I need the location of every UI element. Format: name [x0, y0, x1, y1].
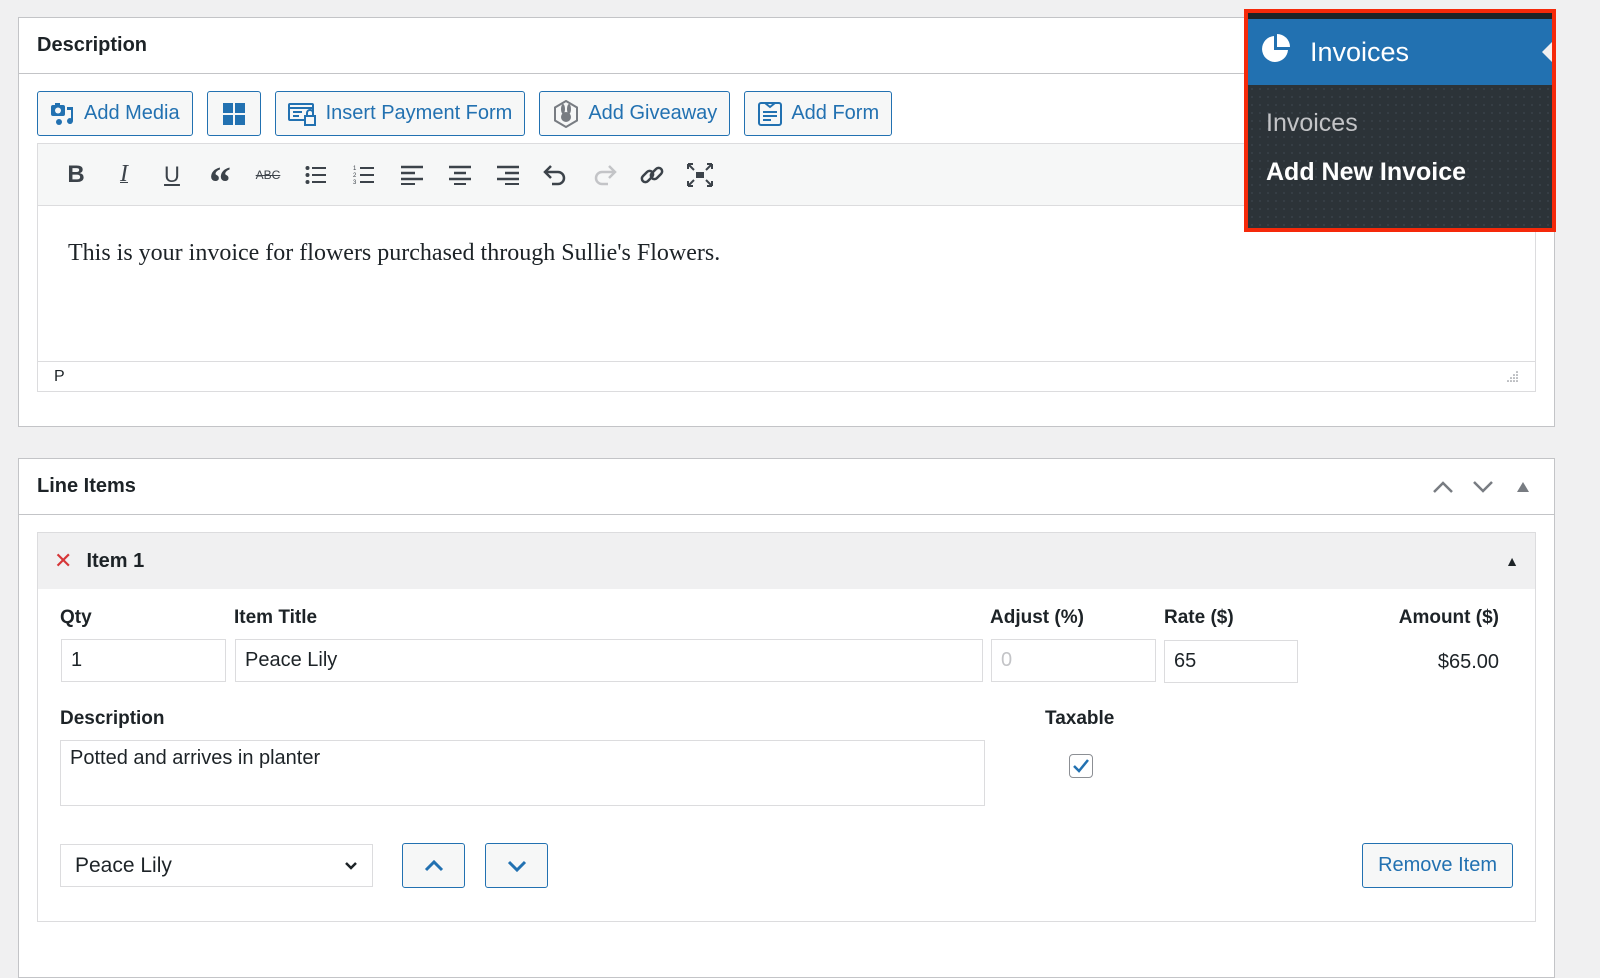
bulleted-list-icon	[305, 165, 326, 184]
rate-label: Rate ($)	[1164, 607, 1234, 628]
redo-icon	[594, 164, 617, 185]
pie-chart-icon	[1260, 33, 1292, 72]
link-icon	[640, 166, 664, 183]
invoices-menu-item[interactable]: Invoices	[1248, 19, 1552, 85]
giveaway-rabbit-icon	[552, 99, 580, 128]
align-right-icon	[497, 165, 519, 185]
line-item: ✕ Item 1 ▲ Qty Item Title Adjust (%) Rat…	[37, 532, 1536, 922]
align-center-icon	[449, 165, 471, 185]
strikethrough-button[interactable]: ABC	[244, 155, 292, 195]
fullscreen-icon	[687, 162, 713, 187]
description-title: Description	[37, 34, 148, 56]
align-left-button[interactable]	[388, 155, 436, 195]
resize-handle-icon[interactable]	[1505, 370, 1519, 384]
underline-icon: U	[164, 161, 180, 187]
select-chevron-icon	[345, 861, 357, 870]
add-media-label: Add Media	[84, 102, 180, 124]
amount-value: $65.00	[1437, 651, 1499, 673]
remove-item-button[interactable]: Remove Item	[1362, 843, 1513, 888]
move-up-button[interactable]	[1430, 474, 1456, 500]
add-form-label: Add Form	[791, 102, 880, 124]
item-title-input[interactable]: Peace Lily	[235, 639, 983, 682]
svg-text:2: 2	[353, 173, 357, 179]
line-item-header: ✕ Item 1 ▲	[38, 533, 1535, 589]
add-giveaway-button[interactable]: Add Giveaway	[539, 91, 731, 136]
qty-input[interactable]: 1	[61, 639, 226, 682]
italic-icon: I	[120, 161, 128, 187]
form-icon	[757, 101, 783, 127]
chevron-up-icon	[1433, 480, 1453, 493]
add-media-button[interactable]: Add Media	[37, 91, 193, 136]
bulleted-list-button[interactable]	[292, 155, 340, 195]
strikethrough-icon: ABC	[255, 167, 281, 182]
product-select[interactable]: Peace Lily	[60, 844, 373, 887]
item-description-label: Description	[60, 708, 165, 729]
numbered-list-button[interactable]: 123	[340, 155, 388, 195]
align-center-button[interactable]	[436, 155, 484, 195]
blockquote-button[interactable]: “	[196, 155, 244, 204]
editor-text: This is your invoice for flowers purchas…	[68, 240, 721, 266]
adjust-input[interactable]: 0	[991, 639, 1156, 682]
bold-icon: B	[67, 160, 85, 188]
taxable-checkbox[interactable]	[1069, 754, 1093, 778]
payment-form-icon	[287, 101, 318, 127]
chevron-down-icon	[507, 860, 526, 872]
insert-payment-form-label: Insert Payment Form	[325, 102, 513, 124]
fullscreen-button[interactable]	[676, 155, 724, 195]
media-buttons: Add Media Insert Payment Form Add Giveaw…	[37, 91, 893, 136]
editor-statusbar: P	[38, 361, 1535, 391]
svg-text:1: 1	[353, 166, 357, 172]
line-item-title: Item 1	[86, 549, 145, 572]
italic-button[interactable]: I	[100, 155, 148, 195]
move-item-up-button[interactable]	[402, 843, 465, 888]
product-select-value: Peace Lily	[75, 853, 172, 877]
blocks-grid-icon	[222, 102, 246, 126]
line-items-title: Line Items	[37, 475, 136, 497]
numbered-list-icon: 123	[353, 166, 374, 186]
amount-label: Amount ($)	[1398, 607, 1499, 628]
taxable-label: Taxable	[1045, 708, 1115, 729]
add-giveaway-label: Add Giveaway	[588, 102, 718, 124]
move-down-button[interactable]	[1470, 474, 1496, 500]
chevron-up-icon	[424, 859, 443, 871]
rate-input[interactable]: 65	[1164, 640, 1298, 683]
item-title-label: Item Title	[234, 607, 318, 628]
line-items-header: Line Items	[19, 459, 1554, 515]
item-description-textarea[interactable]: Potted and arrives in planter	[60, 740, 985, 806]
redo-button[interactable]	[580, 155, 628, 195]
invoices-menu-highlight: Invoices Invoices Add New Invoice	[1244, 9, 1556, 232]
element-path[interactable]: P	[54, 368, 65, 386]
delete-item-icon[interactable]: ✕	[54, 548, 72, 574]
collapse-item-icon[interactable]: ▲	[1505, 553, 1519, 569]
underline-button[interactable]: U	[148, 155, 196, 195]
align-right-button[interactable]	[484, 155, 532, 195]
insert-payment-form-button[interactable]: Insert Payment Form	[274, 91, 526, 136]
bold-button[interactable]: B	[52, 155, 100, 195]
chevron-down-icon	[1473, 480, 1493, 493]
adjust-label: Adjust (%)	[990, 607, 1084, 628]
invoices-submenu: Invoices Add New Invoice	[1248, 85, 1552, 228]
submenu-item-invoices[interactable]: Invoices	[1248, 99, 1552, 148]
undo-button[interactable]	[532, 155, 580, 195]
invoices-menu-label: Invoices	[1310, 36, 1410, 67]
align-left-icon	[401, 165, 423, 185]
add-block-button[interactable]	[206, 91, 261, 136]
toggle-panel-button[interactable]	[1510, 474, 1536, 500]
blockquote-icon: “	[209, 157, 231, 207]
move-item-down-button[interactable]	[485, 843, 548, 888]
triangle-up-icon	[1517, 481, 1529, 492]
add-media-icon	[50, 101, 76, 127]
undo-icon	[543, 164, 566, 185]
qty-label: Qty	[60, 607, 92, 628]
submenu-item-add-new-invoice[interactable]: Add New Invoice	[1248, 148, 1552, 197]
svg-text:3: 3	[353, 180, 357, 186]
add-form-button[interactable]: Add Form	[744, 91, 893, 136]
insert-link-button[interactable]	[628, 155, 676, 195]
line-items-metabox: Line Items ✕ Item 1 ▲ Qty Item Title Adj…	[18, 458, 1555, 978]
checkmark-icon	[1073, 759, 1089, 773]
current-menu-notch	[1542, 42, 1552, 62]
